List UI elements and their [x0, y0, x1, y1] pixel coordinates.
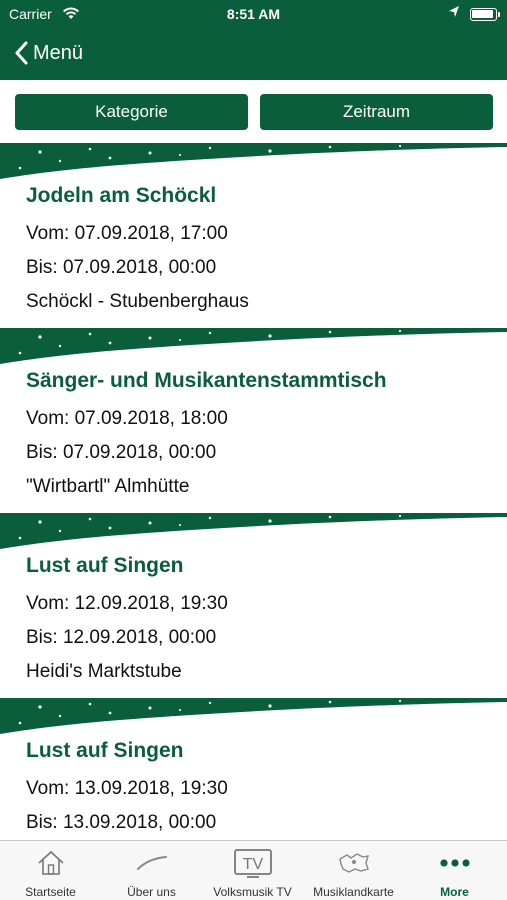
event-title: Jodeln am Schöckl: [26, 184, 217, 207]
tv-icon: TV: [202, 847, 303, 879]
event-start: Vom: 12.09.2018, 19:30: [26, 593, 228, 614]
event-location: Heidi's Marktstube: [26, 661, 182, 682]
event-start: Vom: 07.09.2018, 17:00: [26, 223, 228, 244]
event-title: Lust auf Singen: [26, 554, 184, 577]
tab-label: Musiklandkarte: [313, 885, 394, 899]
back-button[interactable]: Menü: [14, 38, 83, 68]
event-item[interactable]: Sänger- und Musikantenstammtisch Vom: 07…: [0, 328, 507, 513]
event-location: "Wirtbartl" Almhütte: [26, 476, 190, 497]
event-title: Lust auf Singen: [26, 739, 184, 762]
event-end: Bis: 07.09.2018, 00:00: [26, 442, 217, 463]
event-end: Bis: 12.09.2018, 00:00: [26, 627, 217, 648]
event-item[interactable]: Lust auf Singen Vom: 12.09.2018, 19:30 B…: [0, 513, 507, 698]
tab-label: Über uns: [127, 885, 176, 899]
more-icon: [404, 847, 505, 879]
brush-divider: [0, 698, 507, 734]
location-arrow-icon: [448, 5, 460, 22]
event-end: Bis: 07.09.2018, 00:00: [26, 257, 217, 278]
event-title: Sänger- und Musikantenstammtisch: [26, 369, 387, 392]
home-icon: [0, 847, 101, 879]
tab-more[interactable]: More: [404, 841, 505, 900]
header: Carrier 8:51 AM Menü: [0, 0, 507, 80]
tab-volksmusik-tv[interactable]: TV Volksmusik TV: [202, 841, 303, 900]
navigation-bar: Menü: [0, 28, 507, 80]
tab-ueber-uns[interactable]: Über uns: [101, 841, 202, 900]
event-content: Lust auf Singen Vom: 12.09.2018, 19:30 B…: [26, 551, 228, 689]
event-start: Vom: 13.09.2018, 19:30: [26, 778, 228, 799]
chevron-left-icon: [15, 41, 28, 65]
back-label: Menü: [33, 41, 84, 64]
event-content: Sänger- und Musikantenstammtisch Vom: 07…: [26, 366, 387, 504]
tab-label: Volksmusik TV: [213, 885, 292, 899]
filter-bar: Kategorie Zeitraum: [0, 80, 507, 148]
tab-label: Startseite: [25, 885, 76, 899]
hat-icon: [101, 847, 202, 879]
svg-text:TV: TV: [242, 856, 263, 873]
category-button[interactable]: Kategorie: [15, 94, 248, 130]
brush-divider: [0, 143, 507, 179]
event-location: Schöckl - Stubenberghaus: [26, 291, 249, 312]
event-item[interactable]: Jodeln am Schöckl Vom: 07.09.2018, 17:00…: [0, 143, 507, 328]
map-icon: [303, 847, 404, 879]
event-item[interactable]: Lust auf Singen Vom: 13.09.2018, 19:30 B…: [0, 698, 507, 840]
brush-divider: [0, 513, 507, 549]
brush-divider: [0, 328, 507, 364]
event-content: Lust auf Singen Vom: 13.09.2018, 19:30 B…: [26, 736, 228, 840]
status-time: 8:51 AM: [226, 6, 281, 22]
tab-startseite[interactable]: Startseite: [0, 841, 101, 900]
period-button[interactable]: Zeitraum: [260, 94, 493, 130]
tab-label: More: [440, 885, 469, 899]
event-content: Jodeln am Schöckl Vom: 07.09.2018, 17:00…: [26, 181, 249, 319]
tab-musiklandkarte[interactable]: Musiklandkarte: [303, 841, 404, 900]
event-start: Vom: 07.09.2018, 18:00: [26, 408, 228, 429]
event-list[interactable]: Jodeln am Schöckl Vom: 07.09.2018, 17:00…: [0, 143, 507, 840]
event-end: Bis: 13.09.2018, 00:00: [26, 812, 217, 833]
status-bar: Carrier 8:51 AM: [0, 0, 507, 28]
battery-icon: [470, 8, 500, 21]
tab-bar: Startseite Über uns TV Volksmusik TV Mus…: [0, 840, 507, 900]
